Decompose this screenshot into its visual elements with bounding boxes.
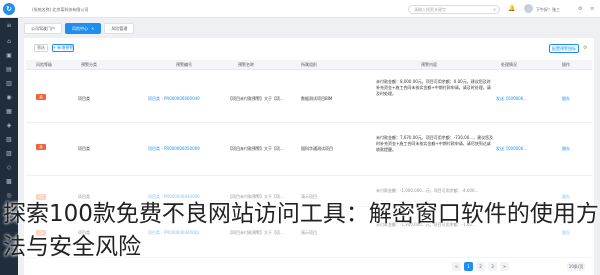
- project-icon[interactable]: ▦: [5, 108, 13, 116]
- table-header: 风险等级 预警分类 预警编号 预警名称 所属组织 预警内容 处理情况 操作: [26, 60, 592, 70]
- tab-risk-management[interactable]: 风险管理: [104, 23, 135, 34]
- next-page-button[interactable]: >: [500, 262, 509, 271]
- code-link[interactable]: 项目类 - PR000006050009: [148, 146, 200, 152]
- status-cell[interactable]: 发送【000006...: [496, 146, 527, 152]
- report-icon[interactable]: ▨: [5, 150, 13, 158]
- content-cell: 未付款金额：8,000.00元，项目可用余额：0.00元，建议您及时补充资金+施…: [376, 79, 491, 96]
- document-icon[interactable]: ▤: [5, 66, 13, 74]
- status-cell[interactable]: 发送【000006...: [496, 96, 527, 102]
- avatar[interactable]: [524, 4, 533, 13]
- col-category: 预警分类: [81, 62, 97, 67]
- search-icon[interactable]: ⌕: [493, 7, 496, 13]
- new-warning-button[interactable]: + 新增预警: [52, 44, 74, 52]
- overlay-caption: 探索100款免费不良网站访问工具：解密窗口软件的使用方法与安全风险: [3, 201, 599, 260]
- col-code: 预警编号: [176, 62, 192, 67]
- col-content: 预警内容: [421, 62, 437, 67]
- content-cell: 未付款金额：-1,000,000...元，项目可用余额：-4,000...: [376, 188, 479, 193]
- col-org: 所属组织: [301, 62, 317, 67]
- filter-label: 筛选: [37, 45, 45, 50]
- tab-label: 公司驾驶门户: [31, 25, 55, 31]
- collapse-icon[interactable]: ≡: [5, 22, 13, 30]
- tab-portal[interactable]: 公司驾驶门户: [24, 23, 62, 34]
- dashboard-icon[interactable]: ▣: [5, 52, 13, 60]
- col-name: 预警名称: [238, 62, 254, 67]
- org-cell: 数据测试项目BIM: [301, 96, 333, 101]
- name-cell: 【项目未付款预警】大于【项...: [228, 96, 284, 101]
- new-warning-label: + 新增预警: [52, 45, 74, 50]
- config-indicators-button[interactable]: 配置预警指标: [549, 44, 579, 53]
- col-op: 操作: [562, 62, 570, 67]
- brand-name: (系统名称) 北京某科技有限公司: [32, 7, 89, 12]
- search-input[interactable]: 请输入搜索关键字 ⌕: [408, 5, 500, 14]
- content-cell: 未付款金额：7,670.00元，项目可用余额：-730,00...，建议您及时补…: [376, 135, 494, 152]
- tab-risk-center[interactable]: 风险中心 ✕: [65, 23, 102, 34]
- column-settings-icon[interactable]: ⚙: [583, 45, 591, 52]
- user-icon[interactable]: ◉: [5, 94, 13, 102]
- page-2-button[interactable]: 2: [476, 262, 485, 271]
- close-icon[interactable]: ✕: [91, 26, 94, 31]
- page-size-label: 10条/页: [568, 263, 584, 269]
- page-3-button[interactable]: 3: [488, 262, 497, 271]
- home-icon[interactable]: ⌂: [5, 38, 13, 46]
- contract-icon[interactable]: ▧: [5, 136, 13, 144]
- risk-level-badge: 高: [36, 144, 46, 150]
- code-link[interactable]: 项目类 - PR000006060049: [148, 96, 200, 102]
- category-cell: 项目类: [78, 96, 90, 101]
- greeting-text: 下午好！张三: [536, 7, 560, 12]
- app-logo: ↻: [3, 3, 15, 15]
- search-placeholder: 请输入搜索关键字: [414, 7, 446, 12]
- warning-icon[interactable]: ◇: [5, 164, 13, 172]
- page-size-select[interactable]: 10条/页: [567, 262, 585, 271]
- follow-up-link[interactable]: 跟办: [562, 96, 570, 102]
- tab-label: 风险中心: [72, 25, 88, 31]
- col-level: 风险等级: [36, 62, 52, 67]
- chart-icon[interactable]: ▥: [5, 80, 13, 88]
- filter-button[interactable]: 筛选: [34, 44, 48, 52]
- org-cell: 国科华通测试项目: [301, 146, 333, 151]
- bell-icon[interactable]: 🔔: [508, 5, 515, 12]
- tab-bar: 公司驾驶门户 风险中心 ✕ 风险管理: [24, 23, 135, 34]
- prev-page-button[interactable]: <: [452, 262, 461, 271]
- settings-icon[interactable]: ⚙: [578, 6, 582, 12]
- calendar-icon[interactable]: ▩: [5, 178, 13, 186]
- pagination: < 1 2 3 >: [452, 262, 509, 271]
- col-status: 处理情况: [501, 62, 517, 67]
- finance-icon[interactable]: ◈: [5, 122, 13, 130]
- table-row[interactable]: 高 项目类 项目类 - PR000006050009 【项目未付款预警】大于【项…: [26, 124, 592, 176]
- top-header: ↻ (系统名称) 北京某科技有限公司 请输入搜索关键字 ⌕ 🔔 下午好！张三 ⚙…: [0, 0, 600, 18]
- table-row[interactable]: 高 项目类 项目类 - PR000006060049 【项目未付款预警】大于【项…: [26, 71, 592, 123]
- risk-level-badge: 高: [36, 94, 46, 100]
- config-label: 配置预警指标: [552, 45, 576, 51]
- name-cell: 【项目未付款预警】大于【项...: [228, 146, 284, 151]
- page-1-button[interactable]: 1: [464, 262, 473, 271]
- tab-label: 风险管理: [111, 25, 128, 31]
- menu-icon[interactable]: ≡: [590, 6, 594, 12]
- follow-up-link[interactable]: 跟办: [562, 146, 570, 152]
- category-cell: 项目类: [78, 146, 90, 151]
